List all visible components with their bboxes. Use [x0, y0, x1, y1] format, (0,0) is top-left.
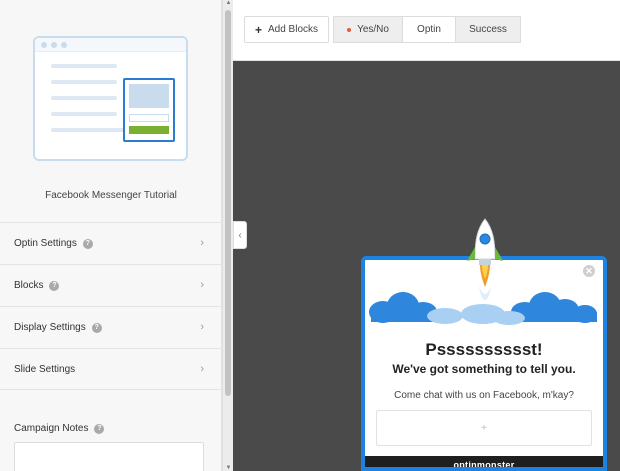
- collapse-sidebar-button[interactable]: ‹: [233, 221, 247, 249]
- tab-label: Optin: [417, 24, 441, 35]
- sidebar-item-display-settings[interactable]: Display Settings ? ›: [0, 306, 222, 348]
- thumbnail-text-line: [51, 96, 117, 100]
- thumbnail-image-placeholder: [129, 84, 169, 108]
- plus-icon: +: [254, 22, 262, 37]
- divider: [0, 389, 222, 390]
- template-thumbnail[interactable]: Facebook Messenger Tutorial: [0, 0, 222, 222]
- plus-icon: +: [481, 422, 487, 434]
- thumbnail-input-placeholder: [129, 114, 169, 122]
- scroll-up-arrow-icon[interactable]: ▲: [224, 0, 233, 6]
- template-title: Facebook Messenger Tutorial: [45, 190, 177, 201]
- window-dot-icon: [61, 42, 67, 48]
- sidebar-item-label: Blocks: [14, 280, 44, 291]
- tab-yes-no[interactable]: Yes/No: [333, 16, 403, 43]
- tab-label: Yes/No: [357, 24, 389, 35]
- thumbnail-text-line: [51, 112, 117, 116]
- sidebar-item-slide-settings[interactable]: Slide Settings ›: [0, 348, 222, 390]
- sidebar-item-label: Display Settings: [14, 322, 86, 333]
- popup-subheadline: We've got something to tell you.: [392, 362, 576, 376]
- thumbnail-text-line: [51, 64, 117, 68]
- campaign-notes-label: Campaign Notes ?: [14, 423, 105, 434]
- sidebar-item-label: Slide Settings: [14, 364, 76, 375]
- sidebar-scrollbar[interactable]: ▲ ▼: [222, 0, 233, 471]
- chevron-right-icon: ›: [200, 237, 204, 249]
- help-icon[interactable]: ?: [91, 322, 102, 333]
- thumbnail-title-bar: [35, 38, 186, 52]
- help-icon[interactable]: ?: [49, 280, 60, 291]
- chevron-right-icon: ›: [200, 321, 204, 333]
- add-blocks-label: Add Blocks: [267, 24, 319, 35]
- rocket-icon: [467, 218, 503, 300]
- window-dot-icon: [51, 42, 57, 48]
- close-icon[interactable]: ✕: [583, 265, 595, 277]
- tab-success[interactable]: Success: [455, 16, 521, 43]
- status-dot-icon: [347, 27, 352, 32]
- tab-optin[interactable]: Optin: [402, 16, 456, 43]
- chevron-right-icon: ›: [200, 363, 204, 375]
- campaign-notes-label-text: Campaign Notes: [14, 423, 89, 434]
- add-blocks-button[interactable]: + Add Blocks: [244, 16, 329, 43]
- window-dot-icon: [41, 42, 47, 48]
- thumbnail-text-line: [51, 80, 117, 84]
- thumbnail-browser-window: [33, 36, 188, 161]
- thumbnail-optin-card: [123, 78, 175, 142]
- popup-headline: Psssssssssst!: [425, 340, 543, 359]
- powered-by-brand: optinmonster: [365, 456, 603, 467]
- editor-toolbar: + Add Blocks Yes/No Optin Success: [233, 0, 620, 61]
- campaign-notes-textarea[interactable]: [14, 442, 204, 471]
- sidebar: Facebook Messenger Tutorial Optin Settin…: [0, 0, 222, 471]
- popup-text: Come chat with us on Facebook, m'kay?: [394, 390, 574, 401]
- thumbnail-button-placeholder: [129, 126, 169, 134]
- chevron-right-icon: ›: [200, 279, 204, 291]
- scroll-down-arrow-icon[interactable]: ▼: [224, 465, 233, 471]
- sidebar-item-label: Optin Settings: [14, 238, 77, 249]
- chevron-left-icon: ‹: [238, 229, 242, 241]
- scrollbar-thumb[interactable]: [225, 10, 231, 396]
- popup-add-block-placeholder[interactable]: +: [376, 410, 592, 446]
- tab-label: Success: [469, 24, 507, 35]
- sidebar-item-blocks[interactable]: Blocks ? ›: [0, 264, 222, 306]
- help-icon[interactable]: ?: [82, 238, 93, 249]
- sidebar-item-optin-settings[interactable]: Optin Settings ? ›: [0, 222, 222, 264]
- help-icon[interactable]: ?: [94, 423, 105, 434]
